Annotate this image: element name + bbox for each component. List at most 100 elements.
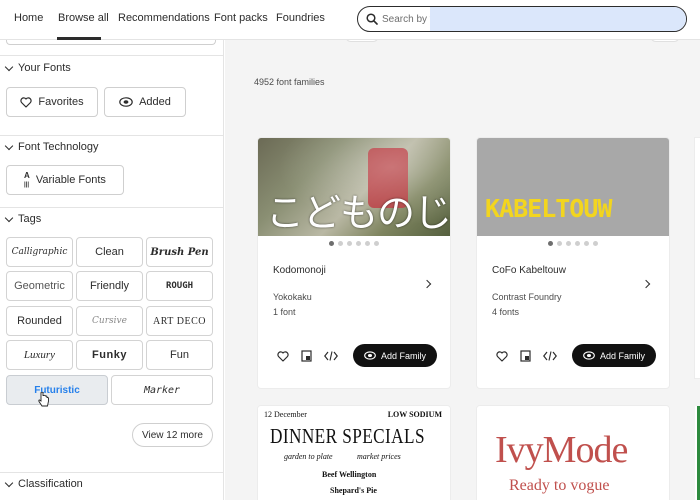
section-tags[interactable]: Tags <box>4 213 42 225</box>
hand-cursor-icon <box>38 392 49 407</box>
carousel-dot[interactable] <box>365 241 370 246</box>
font-family-name[interactable]: Kodomonoji <box>273 265 326 276</box>
tag-marker[interactable]: Marker <box>111 375 213 405</box>
preview-text: market prices <box>357 452 401 461</box>
divider <box>0 55 224 56</box>
add-family-button[interactable]: Add Family <box>353 344 437 367</box>
tag-label: Cursive <box>92 316 127 326</box>
tag-label: Funky <box>92 349 127 361</box>
tag-label: Fun <box>170 349 189 361</box>
active-tab-indicator <box>57 37 101 40</box>
search-icon <box>366 12 378 30</box>
tag-label: Clean <box>95 246 124 258</box>
carousel-dot[interactable] <box>347 241 352 246</box>
font-preview: IvyMode Ready to vogue <box>477 406 669 500</box>
heart-icon[interactable] <box>277 350 289 362</box>
divider <box>0 207 224 208</box>
tag-friendly[interactable]: Friendly <box>76 271 143 301</box>
tag-rounded[interactable]: Rounded <box>6 306 73 336</box>
web-project-icon[interactable] <box>520 350 531 362</box>
nav-font-packs[interactable]: Font packs <box>214 12 268 24</box>
carousel-dot[interactable] <box>374 241 379 246</box>
tag-funky[interactable]: Funky <box>76 340 143 370</box>
font-card-partial[interactable] <box>695 138 700 378</box>
preview-text: KABELTOUW <box>485 194 612 223</box>
preview-text: Beef Wellington <box>322 470 377 479</box>
carousel-dot[interactable] <box>575 241 580 246</box>
foundry-name[interactable]: Contrast Foundry <box>492 292 562 302</box>
carousel-dot[interactable] <box>548 241 553 246</box>
variable-fonts-button[interactable]: A ||| Variable Fonts <box>6 165 124 195</box>
tag-luxury[interactable]: Luxury <box>6 340 73 370</box>
tag-geometric[interactable]: Geometric <box>6 271 73 301</box>
heart-icon[interactable] <box>496 350 508 362</box>
section-title: Classification <box>18 478 83 490</box>
section-font-technology[interactable]: Font Technology <box>4 141 99 153</box>
tag-futuristic[interactable]: Futuristic <box>6 375 108 405</box>
preview-text: 12 December <box>264 410 307 419</box>
favorites-button[interactable]: Favorites <box>6 87 98 117</box>
tag-label: Geometric <box>14 280 65 292</box>
carousel-dot[interactable] <box>356 241 361 246</box>
preview-text: Ready to vogue <box>509 477 610 494</box>
tag-label: Marker <box>143 384 181 396</box>
add-family-button[interactable]: Add Family <box>572 344 656 367</box>
section-title: Font Technology <box>18 141 99 153</box>
section-title: Tags <box>18 213 42 225</box>
font-card-ivymode[interactable]: IvyMode Ready to vogue <box>477 406 669 500</box>
preview-carousel-dots[interactable] <box>477 241 669 246</box>
search-box[interactable] <box>357 6 687 32</box>
nav-browse-all[interactable]: Browse all <box>58 12 109 24</box>
preview-text: IvyMode <box>495 429 628 471</box>
tag-rough[interactable]: ROUGH <box>146 271 213 301</box>
carousel-dot[interactable] <box>329 241 334 246</box>
favorites-label: Favorites <box>38 96 84 108</box>
preview-text: garden to plate <box>284 452 333 461</box>
creative-cloud-icon <box>583 351 595 360</box>
chevron-right-icon[interactable] <box>422 279 432 289</box>
chevron-right-icon[interactable] <box>641 279 651 289</box>
add-family-label: Add Family <box>380 350 426 361</box>
added-button[interactable]: Added <box>104 87 186 117</box>
tag-clean[interactable]: Clean <box>76 237 143 267</box>
search-selection-highlight <box>430 7 686 31</box>
tag-label: Calligraphic <box>11 247 68 257</box>
tag-art-deco[interactable]: ART DECO <box>146 306 213 336</box>
tag-brush-pen[interactable]: Brush Pen <box>146 237 213 267</box>
nav-foundries[interactable]: Foundries <box>276 12 325 24</box>
font-preview: 12 December LOW SODIUM DINNER SPECIALS g… <box>258 406 450 500</box>
tag-fun[interactable]: Fun <box>146 340 213 370</box>
added-label: Added <box>139 96 171 108</box>
tag-cursive[interactable]: Cursive <box>76 306 143 336</box>
font-card-kodomonoji[interactable]: こどものじ Kodomonoji Yokokaku 1 font Add Fam… <box>258 138 450 388</box>
embed-code-icon[interactable] <box>324 351 338 361</box>
variable-font-icon: A ||| <box>24 171 30 189</box>
filter-sidebar: Your Fonts Favorites Added Font Technolo… <box>0 28 224 500</box>
tag-calligraphic[interactable]: Calligraphic <box>6 237 73 267</box>
preview-carousel-dots[interactable] <box>258 241 450 246</box>
preview-text: こどものじ <box>266 191 450 235</box>
tag-label: Friendly <box>89 280 130 292</box>
results-top-strip <box>345 40 379 42</box>
heart-icon <box>20 96 33 108</box>
carousel-dot[interactable] <box>593 241 598 246</box>
section-classification[interactable]: Classification <box>4 478 83 490</box>
foundry-name[interactable]: Yokokaku <box>273 292 312 302</box>
web-project-icon[interactable] <box>301 350 312 362</box>
card-actions <box>496 350 557 362</box>
carousel-dot[interactable] <box>557 241 562 246</box>
view-more-tags-button[interactable]: View 12 more <box>132 423 213 447</box>
nav-home[interactable]: Home <box>14 12 43 24</box>
chevron-down-icon <box>4 213 14 222</box>
font-count: 1 font <box>273 307 296 317</box>
embed-code-icon[interactable] <box>543 351 557 361</box>
carousel-dot[interactable] <box>338 241 343 246</box>
carousel-dot[interactable] <box>584 241 589 246</box>
font-card-kabeltouw[interactable]: KABELTOUW CoFo Kabeltouw Contrast Foundr… <box>477 138 669 388</box>
card-actions <box>277 350 338 362</box>
nav-recommendations[interactable]: Recommendations <box>118 12 210 24</box>
font-card-dinner-specials[interactable]: 12 December LOW SODIUM DINNER SPECIALS g… <box>258 406 450 500</box>
section-your-fonts[interactable]: Your Fonts <box>4 62 71 74</box>
font-family-name[interactable]: CoFo Kabeltouw <box>492 265 566 276</box>
carousel-dot[interactable] <box>566 241 571 246</box>
